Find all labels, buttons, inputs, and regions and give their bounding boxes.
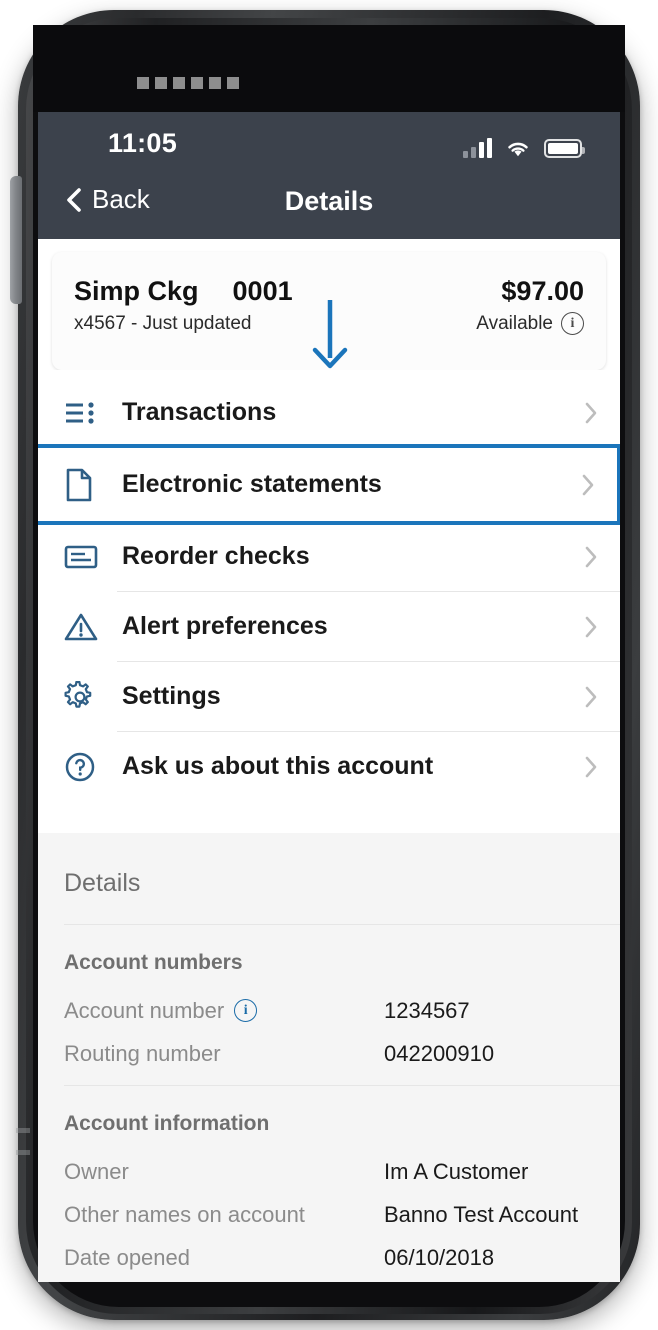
- account-masked-number-status: x4567 - Just updated: [74, 312, 252, 334]
- menu-item-label: Settings: [122, 682, 221, 710]
- chevron-right-icon: [584, 401, 598, 425]
- cellular-signal-icon: [463, 138, 492, 158]
- detail-key-label: Owner: [64, 1158, 129, 1184]
- chevron-right-icon: [584, 545, 598, 569]
- detail-key-label: Other names on account: [64, 1201, 305, 1227]
- detail-key-label: Date opened: [64, 1244, 190, 1270]
- alert-triangle-icon: [64, 612, 108, 642]
- detail-row: Account number i 1234567: [64, 989, 594, 1032]
- menu-item-label: Alert preferences: [122, 612, 328, 640]
- arrow-down-annotation: [303, 298, 357, 374]
- battery-full-icon: [544, 139, 585, 158]
- detail-value: Banno Test Account: [384, 1201, 579, 1227]
- info-circle-icon[interactable]: i: [234, 999, 258, 1022]
- wifi-icon: [505, 138, 531, 158]
- details-section: Details Account numbers Account number i…: [38, 833, 620, 1282]
- menu-item-label: Reorder checks: [122, 542, 310, 570]
- menu-bottom-spacer: [38, 801, 620, 833]
- menu-item-label: Transactions: [122, 398, 277, 426]
- phone-screen: 11:05 Back Details Simp Ckg 0001 $97.00 …: [38, 112, 620, 1282]
- detail-key: Routing number: [64, 1041, 384, 1067]
- speaker-grille-icon: [137, 77, 239, 89]
- detail-key: Account number i: [64, 998, 384, 1024]
- phone-side-button[interactable]: [10, 176, 22, 304]
- phone-antenna-band: [16, 1150, 30, 1155]
- detail-row: Date opened 06/10/2018: [64, 1236, 594, 1279]
- detail-value: 1234567: [384, 997, 470, 1023]
- screenshot-stage: 11:05 Back Details Simp Ckg 0001 $97.00 …: [0, 0, 658, 1330]
- menu-item-label: Electronic statements: [122, 470, 382, 498]
- page-title: Details: [284, 186, 374, 216]
- question-circle-icon: [64, 751, 108, 783]
- document-icon: [64, 468, 108, 502]
- menu-item-ask-us[interactable]: Ask us about this account: [38, 732, 620, 801]
- detail-row: Owner Im A Customer: [64, 1150, 594, 1193]
- gear-icon: [64, 680, 108, 713]
- chevron-right-icon: [584, 755, 598, 779]
- account-balance: $97.00: [501, 276, 584, 306]
- menu-item-reorder-checks[interactable]: Reorder checks: [38, 522, 620, 591]
- menu-item-label: Ask us about this account: [122, 752, 434, 780]
- detail-key-label: Account number: [64, 997, 225, 1023]
- detail-value: 06/10/2018: [384, 1244, 495, 1270]
- status-bar-icons: [463, 132, 585, 158]
- available-label: Available: [476, 312, 553, 334]
- detail-row: Other names on account Banno Test Accoun…: [64, 1193, 594, 1236]
- available-balance-label-group: Available i: [476, 312, 584, 335]
- detail-group-title: Account numbers: [64, 951, 243, 974]
- menu-item-settings[interactable]: Settings: [38, 662, 620, 731]
- detail-group-title: Account information: [64, 1112, 270, 1135]
- chevron-right-icon: [581, 473, 595, 497]
- chevron-right-icon: [584, 615, 598, 639]
- detail-value: Im A Customer: [384, 1158, 529, 1184]
- detail-group-account-numbers: Account numbers Account number i 1234567…: [38, 925, 620, 1085]
- navigation-bar: Back Details: [38, 174, 620, 239]
- info-circle-icon[interactable]: i: [561, 312, 584, 335]
- phone-antenna-band: [16, 1128, 30, 1133]
- details-section-title: Details: [64, 869, 141, 897]
- status-bar-clock: 11:05: [108, 128, 178, 158]
- account-number-short: 0001: [232, 276, 293, 306]
- detail-key-label: Routing number: [64, 1040, 221, 1066]
- detail-key: Date opened: [64, 1245, 384, 1271]
- detail-key: Owner: [64, 1159, 384, 1185]
- detail-row: Routing number 042200910: [64, 1032, 594, 1075]
- detail-group-account-information: Account information Owner Im A Customer …: [38, 1086, 620, 1282]
- phone-top-bezel: [33, 25, 625, 112]
- check-card-icon: [64, 544, 108, 570]
- status-bar: 11:05: [38, 112, 620, 174]
- account-actions-menu: Transactions Electronic statements Reord…: [38, 300, 620, 833]
- chevron-right-icon: [584, 685, 598, 709]
- menu-item-alert-preferences[interactable]: Alert preferences: [38, 592, 620, 661]
- menu-item-transactions[interactable]: Transactions: [38, 378, 620, 447]
- menu-item-electronic-statements[interactable]: Electronic statements: [38, 444, 620, 525]
- list-icon: [64, 399, 108, 427]
- detail-key: Other names on account: [64, 1202, 384, 1228]
- detail-value: 042200910: [384, 1040, 495, 1066]
- account-name: Simp Ckg: [74, 276, 199, 306]
